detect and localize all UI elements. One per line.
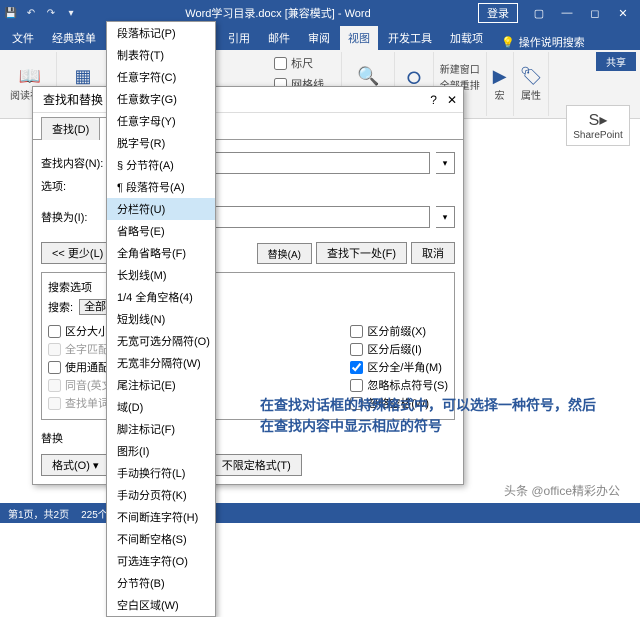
dialog-title: 查找和替换 bbox=[43, 91, 103, 108]
sharepoint-group[interactable]: S▸SharePoint bbox=[566, 105, 630, 146]
newwin-label[interactable]: 新建窗口 bbox=[440, 61, 480, 76]
maximize-icon[interactable]: ◻ bbox=[582, 3, 608, 23]
menu-item[interactable]: 不间断空格(S) bbox=[107, 528, 215, 550]
menu-item[interactable]: 图形(I) bbox=[107, 440, 215, 462]
menu-item[interactable]: 手动换行符(L) bbox=[107, 462, 215, 484]
menu-item[interactable]: 分节符(B) bbox=[107, 572, 215, 594]
tab-dev[interactable]: 开发工具 bbox=[380, 26, 440, 50]
search-direction-label: 搜索: bbox=[48, 299, 73, 315]
menu-item[interactable]: 脱字号(R) bbox=[107, 132, 215, 154]
tab-file[interactable]: 文件 bbox=[4, 26, 42, 50]
menu-item[interactable]: 不间断连字符(H) bbox=[107, 506, 215, 528]
window-title: Word学习目录.docx [兼容模式] - Word bbox=[78, 5, 478, 21]
macro-icon[interactable]: ▶ bbox=[493, 66, 507, 87]
special-format-menu: 段落标记(P)制表符(T)任意字符(C)任意数字(G)任意字母(Y)脱字号(R)… bbox=[106, 21, 216, 617]
tab-mail[interactable]: 邮件 bbox=[260, 26, 298, 50]
menu-item[interactable]: 省略号(E) bbox=[107, 220, 215, 242]
login-button[interactable]: 登录 bbox=[478, 3, 518, 23]
menu-item[interactable]: 域(D) bbox=[107, 396, 215, 418]
read-view-icon[interactable]: 📖 bbox=[19, 66, 41, 87]
replace-all-button[interactable]: 替换(A) bbox=[257, 243, 312, 264]
menu-item[interactable]: 任意数字(G) bbox=[107, 88, 215, 110]
props-icon[interactable]: 🏷 bbox=[520, 66, 543, 87]
tab-review[interactable]: 审阅 bbox=[300, 26, 338, 50]
dialog-help-icon[interactable]: ? bbox=[430, 93, 437, 107]
save-icon[interactable]: 💾 bbox=[4, 6, 18, 20]
ribbon-display-icon[interactable]: ▢ bbox=[526, 3, 552, 23]
macro-label: 宏 bbox=[495, 87, 505, 102]
tab-classic[interactable]: 经典菜单 bbox=[44, 26, 104, 50]
redo-icon[interactable]: ↷ bbox=[44, 6, 58, 20]
ruler-checkbox[interactable] bbox=[274, 57, 287, 70]
page-view-icon[interactable]: ▦ bbox=[74, 66, 91, 87]
menu-item[interactable]: 无宽非分隔符(W) bbox=[107, 352, 215, 374]
undo-icon[interactable]: ↶ bbox=[24, 6, 38, 20]
status-page[interactable]: 第1页，共2页 bbox=[8, 506, 69, 521]
menu-item[interactable]: 段落标记(P) bbox=[107, 22, 215, 44]
close-icon[interactable]: ✕ bbox=[610, 3, 636, 23]
ck-sounds bbox=[48, 379, 61, 392]
ruler-label: 标尺 bbox=[291, 55, 313, 71]
tab-quote[interactable]: 引用 bbox=[220, 26, 258, 50]
menu-item[interactable]: 全角省略号(F) bbox=[107, 242, 215, 264]
menu-item[interactable]: 分栏符(U) bbox=[107, 198, 215, 220]
ck-punct[interactable] bbox=[350, 379, 363, 392]
ck-case[interactable] bbox=[48, 325, 61, 338]
menu-item[interactable]: 长划线(M) bbox=[107, 264, 215, 286]
find-label: 查找内容(N): bbox=[41, 155, 111, 171]
less-button[interactable]: << 更少(L) bbox=[41, 242, 114, 264]
menu-item[interactable]: 任意字母(Y) bbox=[107, 110, 215, 132]
format-button[interactable]: 格式(O) ▾ bbox=[41, 454, 109, 476]
annotation-text: 在查找对话框的特殊格式中，可以选择一种符号，然后在查找内容中显示相应的符号 bbox=[260, 395, 600, 437]
tab-find-d[interactable]: 查找(D) bbox=[41, 117, 99, 140]
find-dropdown-icon[interactable]: ▾ bbox=[436, 152, 455, 174]
find-next-button[interactable]: 查找下一处(F) bbox=[316, 242, 407, 264]
menu-item[interactable]: 任意字符(C) bbox=[107, 66, 215, 88]
menu-item[interactable]: 手动分页符(K) bbox=[107, 484, 215, 506]
menu-item[interactable]: 脚注标记(F) bbox=[107, 418, 215, 440]
ck-suffix[interactable] bbox=[350, 343, 363, 356]
ck-wordforms bbox=[48, 397, 61, 410]
menu-item[interactable]: 可选连字符(O) bbox=[107, 550, 215, 572]
zoom-icon[interactable]: 🔍 bbox=[357, 66, 379, 87]
menu-item[interactable]: 空白区域(W) bbox=[107, 594, 215, 616]
minimize-icon[interactable]: — bbox=[554, 3, 580, 23]
menu-item[interactable]: 1/4 全角空格(4) bbox=[107, 286, 215, 308]
menu-item[interactable]: 无宽可选分隔符(O) bbox=[107, 330, 215, 352]
ck-prefix[interactable] bbox=[350, 325, 363, 338]
tab-view[interactable]: 视图 bbox=[340, 26, 378, 50]
props-label: 属性 bbox=[521, 87, 541, 102]
tell-icon: 💡 bbox=[501, 36, 515, 49]
replace-dropdown-icon[interactable]: ▾ bbox=[436, 206, 455, 228]
menu-item[interactable]: 制表符(T) bbox=[107, 44, 215, 66]
noformat-button[interactable]: 不限定格式(T) bbox=[211, 454, 302, 476]
ck-whole bbox=[48, 343, 61, 356]
cancel-button[interactable]: 取消 bbox=[411, 242, 455, 264]
menu-item[interactable]: § 分节符(A) bbox=[107, 154, 215, 176]
ck-fullwidth[interactable] bbox=[350, 361, 363, 374]
dialog-close-icon[interactable]: ✕ bbox=[447, 93, 457, 107]
credit-text: 头条 @office精彩办公 bbox=[504, 482, 620, 499]
menu-item[interactable]: ¶ 段落符号(A) bbox=[107, 176, 215, 198]
menu-item[interactable]: 短划线(N) bbox=[107, 308, 215, 330]
ck-wildcard[interactable] bbox=[48, 361, 61, 374]
qat-more-icon[interactable]: ▾ bbox=[64, 6, 78, 20]
menu-item[interactable]: 尾注标记(E) bbox=[107, 374, 215, 396]
replace-label: 替换为(I): bbox=[41, 209, 111, 225]
share-button[interactable]: 共享 bbox=[596, 52, 636, 71]
tab-addin[interactable]: 加载项 bbox=[442, 26, 491, 50]
tell-me[interactable]: 操作说明搜索 bbox=[519, 34, 585, 50]
options-label: 选项: bbox=[41, 178, 111, 194]
